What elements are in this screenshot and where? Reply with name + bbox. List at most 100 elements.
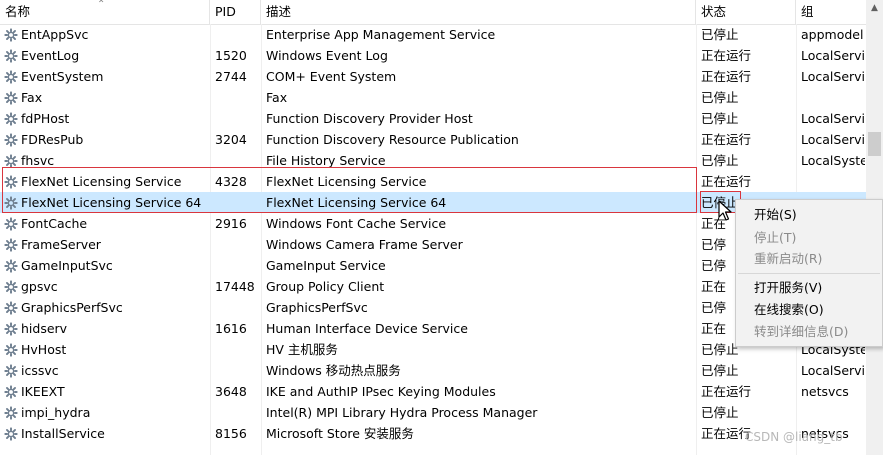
service-name: InstallService: [21, 426, 105, 441]
service-pid: 1520: [215, 48, 247, 63]
service-description: Fax: [266, 90, 288, 105]
service-description: Enterprise App Management Service: [266, 27, 496, 42]
table-row[interactable]: EntAppSvc Enterprise App Management Servi…: [0, 24, 866, 45]
service-name: Fax: [21, 90, 43, 105]
table-row[interactable]: EventLog 1520 Windows Event Log 正在运行 LocalSe…: [0, 45, 866, 66]
service-description: Human Interface Device Service: [266, 321, 468, 336]
service-name-cell: GameInputSvc: [4, 255, 209, 276]
column-header-pid[interactable]: PID: [210, 0, 261, 24]
menu-item-search-online[interactable]: 在线搜索(O): [754, 300, 824, 320]
service-name-cell: EventLog: [4, 45, 209, 66]
service-description: Function Discovery Resource Publication: [266, 132, 519, 147]
table-row[interactable]: FDResPub 3204 Function Discovery Resource …: [0, 129, 866, 150]
service-name: fhsvc: [21, 153, 55, 168]
gear-icon: [4, 153, 18, 168]
service-pid: 17448: [215, 279, 255, 294]
service-pid: 2744: [215, 69, 247, 84]
gear-icon: [4, 90, 18, 105]
service-description: GraphicsPerfSvc: [266, 300, 368, 315]
gear-icon: [4, 321, 18, 336]
service-status: 已停止: [701, 405, 739, 420]
service-description: IKE and AuthIP IPsec Keying Modules: [266, 384, 496, 399]
service-status: 已停止: [701, 27, 739, 42]
service-name-cell: fdPHost: [4, 108, 209, 129]
service-status: 正在运行: [701, 132, 752, 147]
column-header-status[interactable]: 状态: [696, 0, 796, 24]
service-pid: [215, 108, 259, 129]
table-row[interactable]: icssvc Windows 移动热点服务 已停止 LocalServic: [0, 360, 866, 381]
table-row[interactable]: Fax Fax 已停止: [0, 87, 866, 108]
table-row[interactable]: FlexNet Licensing Service 4328 FlexNet Lic…: [0, 171, 866, 192]
service-pid: [215, 24, 259, 45]
column-header-name-label: 名称: [5, 4, 31, 19]
service-status: 正在运行: [701, 384, 752, 399]
sort-ascending-icon: ⌃: [97, 0, 106, 10]
table-row[interactable]: fdPHost Function Discovery Provider Host 已…: [0, 108, 866, 129]
service-status: 已停止: [701, 363, 739, 378]
column-header-name[interactable]: 名称 ⌃: [0, 0, 210, 24]
table-row[interactable]: impi_hydra Intel(R) MPI Library Hydra Pro…: [0, 402, 866, 423]
column-header-group-label: 组: [801, 4, 814, 19]
service-name: EventLog: [21, 48, 80, 63]
service-description: Microsoft Store 安装服务: [266, 426, 414, 441]
service-status: 正在运行: [701, 69, 752, 84]
service-description: COM+ Event System: [266, 69, 397, 84]
service-pid: [215, 360, 259, 381]
service-description: Windows 移动热点服务: [266, 363, 401, 378]
gear-icon: [4, 27, 18, 42]
gear-icon: [4, 111, 18, 126]
service-pid: [215, 297, 259, 318]
service-group: LocalServic: [801, 48, 865, 63]
table-row[interactable]: fhsvc File History Service 已停止 LocalSyster: [0, 150, 866, 171]
column-header-status-label: 状态: [701, 4, 727, 19]
service-group: netsvcs: [801, 384, 849, 399]
scroll-up-arrow-icon[interactable]: ▲: [866, 0, 883, 17]
table-row[interactable]: EventSystem 2744 COM+ Event System 正在运行 Loca…: [0, 66, 866, 87]
service-group: LocalSyster: [801, 153, 865, 168]
service-name-cell: FrameServer: [4, 234, 209, 255]
mouse-cursor-icon: [718, 200, 732, 221]
menu-item-go-to-details[interactable]: 转到详细信息(D): [754, 322, 848, 342]
scrollbar-thumb[interactable]: [868, 132, 881, 156]
service-name: EntAppSvc: [21, 27, 89, 42]
column-header-group[interactable]: 组: [796, 0, 866, 24]
service-name: FrameServer: [21, 237, 101, 252]
table-row[interactable]: InstallService 8156 Microsoft Store 安装服务 正在…: [0, 423, 866, 444]
service-group: LocalServic: [801, 69, 865, 84]
service-group: [801, 402, 865, 423]
service-name-cell: FlexNet Licensing Service 64: [4, 192, 209, 213]
menu-item-open-services[interactable]: 打开服务(V): [754, 278, 822, 298]
service-pid: 2916: [215, 216, 247, 231]
service-name-cell: HvHost: [4, 339, 209, 360]
service-description: Intel(R) MPI Library Hydra Process Manag…: [266, 405, 538, 420]
service-description: FlexNet Licensing Service 64: [266, 195, 447, 210]
menu-item-restart[interactable]: 重新启动(R): [754, 249, 822, 269]
menu-item-stop[interactable]: 停止(T): [754, 228, 796, 248]
column-header-pid-label: PID: [215, 4, 236, 19]
service-name: icssvc: [21, 363, 59, 378]
service-name: FontCache: [21, 216, 88, 231]
gear-icon: [4, 237, 18, 252]
gear-icon: [4, 48, 18, 63]
service-status: 已停止: [701, 111, 739, 126]
service-pid: [215, 87, 259, 108]
gear-icon: [4, 174, 18, 189]
service-pid: 1616: [215, 321, 247, 336]
table-row[interactable]: IKEEXT 3648 IKE and AuthIP IPsec Keying Mo…: [0, 381, 866, 402]
service-description: File History Service: [266, 153, 386, 168]
menu-item-start[interactable]: 开始(S): [754, 205, 797, 225]
service-pid: 8156: [215, 426, 247, 441]
service-description: Windows Font Cache Service: [266, 216, 447, 231]
service-status: 正在运行: [701, 174, 752, 189]
service-group: [801, 87, 865, 108]
service-status: 已停止: [701, 153, 739, 168]
service-name: FlexNet Licensing Service: [21, 174, 182, 189]
service-name-cell: gpsvc: [4, 276, 209, 297]
gear-icon: [4, 300, 18, 315]
gear-icon: [4, 132, 18, 147]
service-name-cell: EntAppSvc: [4, 24, 209, 45]
service-name: GraphicsPerfSvc: [21, 300, 123, 315]
service-name: fdPHost: [21, 111, 70, 126]
gear-icon: [4, 279, 18, 294]
column-header-description[interactable]: 描述: [261, 0, 696, 24]
